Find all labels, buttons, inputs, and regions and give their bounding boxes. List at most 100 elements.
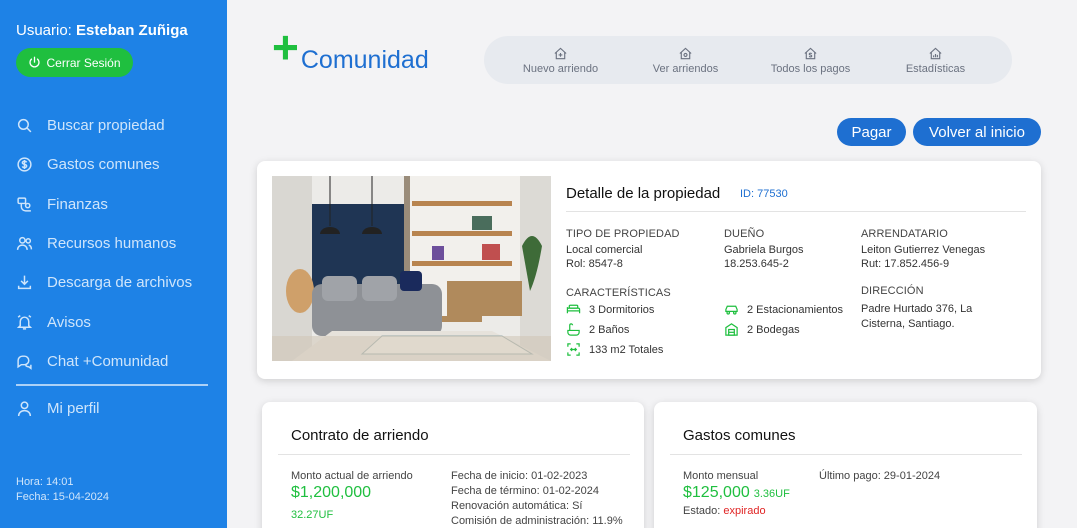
nav-todos-los-pagos[interactable]: Todos los pagos	[751, 46, 871, 75]
chat-icon	[17, 355, 32, 370]
house-chart-icon	[929, 47, 942, 59]
house-view-icon	[679, 47, 692, 59]
storage-icon	[725, 323, 738, 336]
monthly-amount: $125,000	[683, 484, 750, 501]
property-type-label: TIPO DE PROPIEDAD	[566, 228, 680, 240]
download-icon	[17, 275, 32, 290]
nav-ver-arriendos[interactable]: Ver arriendos	[626, 46, 746, 75]
sidebar-item-mi-perfil[interactable]: Mi perfil	[16, 400, 100, 417]
tenant-rut: Rut: 17.852.456-9	[861, 258, 950, 270]
sidebar-item-label: Gastos comunes	[47, 156, 160, 174]
property-type-value: Local comercial	[566, 244, 643, 256]
rent-amount-uf: 32.27UF	[291, 509, 334, 521]
owner-label: DUEÑO	[724, 228, 765, 240]
current-time: Hora: 14:01	[16, 476, 74, 488]
common-expenses-card: Gastos comunes Monto mensual $125,000 3.…	[654, 402, 1037, 528]
pay-button[interactable]: Pagar	[837, 118, 906, 146]
house-dollar-icon	[804, 47, 817, 59]
sidebar-item-label: Buscar propiedad	[47, 117, 165, 135]
nav-nuevo-arriendo[interactable]: Nuevo arriendo	[501, 46, 621, 75]
monthly-amount-row: $125,000 3.36UF	[683, 484, 790, 502]
feature-text: 2 Estacionamientos	[747, 303, 843, 316]
area-icon	[567, 343, 580, 356]
property-rol: Rol: 8547-8	[566, 258, 623, 270]
user-prefix: Usuario:	[16, 22, 72, 39]
logout-button[interactable]: Cerrar Sesión	[16, 48, 133, 77]
brand-plus: +	[272, 21, 299, 73]
rent-amount-label: Monto actual de arriendo	[291, 470, 413, 482]
current-date: Fecha: 15-04-2024	[16, 491, 109, 503]
dollar-circle-icon	[17, 157, 32, 173]
nav-estadisticas[interactable]: Estadísticas	[876, 46, 996, 75]
car-icon	[725, 305, 738, 315]
sidebar-item-descarga-archivos[interactable]: Descarga de archivos	[16, 263, 216, 302]
tenant-name: Leiton Gutierrez Venegas	[861, 244, 986, 256]
logout-label: Cerrar Sesión	[46, 55, 121, 70]
sidebar-item-label: Descarga de archivos	[47, 274, 193, 292]
sidebar-item-label: Finanzas	[47, 195, 108, 213]
house-add-icon	[554, 47, 567, 59]
status-label: Estado:	[683, 505, 721, 517]
owner-name: Gabriela Burgos	[724, 244, 804, 256]
rent-amount: $1,200,000	[291, 484, 372, 501]
top-nav: Nuevo arriendo Ver arriendos Todos los p…	[484, 36, 1012, 84]
owner-rut: 18.253.645-2	[724, 258, 789, 270]
back-home-button[interactable]: Volver al inicio	[913, 118, 1041, 146]
property-divider	[566, 211, 1026, 212]
contract-start: Fecha de inicio: 01-02-2023	[451, 470, 588, 482]
property-photo	[272, 176, 551, 361]
common-expenses-divider	[670, 454, 1022, 455]
brand-name: Comunidad	[300, 46, 429, 74]
bed-icon	[566, 304, 581, 314]
contract-title: Contrato de arriendo	[291, 427, 429, 444]
feature-text: 3 Dormitorios	[589, 303, 655, 316]
contract-divider	[278, 454, 630, 455]
feature-text: 2 Bodegas	[747, 323, 800, 336]
monthly-amount-uf: 3.36UF	[753, 488, 790, 500]
nav-label: Estadísticas	[905, 62, 966, 75]
sidebar-menu: Buscar propiedad Gastos comunes Finanzas…	[16, 106, 216, 381]
sidebar-item-label: Avisos	[47, 313, 91, 331]
feature-bathrooms: 2 Baños	[566, 322, 629, 337]
property-detail-card: Detalle de la propiedad ID: 77530 TIPO D…	[257, 161, 1041, 379]
contract-end: Fecha de término: 01-02-2024	[451, 485, 599, 497]
feature-bedrooms: 3 Dormitorios	[566, 302, 654, 317]
tenant-label: ARRENDATARIO	[861, 228, 948, 240]
nav-label: Ver arriendos	[652, 62, 719, 75]
brand-logo[interactable]: + Comunidad	[272, 21, 429, 74]
sidebar-item-finanzas[interactable]: Finanzas	[16, 185, 216, 224]
feature-text: 133 m2 Totales	[589, 343, 664, 356]
sidebar-item-label: Chat +Comunidad	[47, 352, 169, 370]
user-name: Esteban Zuñiga	[76, 22, 188, 39]
address-line-1: Padre Hurtado 376, La	[861, 303, 973, 315]
sidebar-item-recursos-humanos[interactable]: Recursos humanos	[16, 224, 216, 263]
sidebar-item-gastos-comunes[interactable]: Gastos comunes	[16, 145, 216, 184]
sidebar-item-label: Recursos humanos	[47, 235, 177, 253]
property-id: ID: 77530	[740, 188, 788, 200]
monthly-amount-label: Monto mensual	[683, 470, 759, 482]
last-payment: Último pago: 29-01-2024	[819, 470, 941, 482]
alarm-icon	[16, 314, 33, 330]
power-icon	[29, 56, 41, 68]
expense-status: Estado: expirado	[683, 504, 766, 518]
contract-renewal: Renovación automática: Sí	[451, 500, 583, 512]
person-icon	[17, 401, 32, 417]
feature-area: 133 m2 Totales	[566, 342, 663, 357]
finance-icon	[17, 197, 31, 212]
search-icon	[17, 119, 32, 133]
nav-label: Nuevo arriendo	[522, 62, 599, 75]
common-expenses-title: Gastos comunes	[683, 427, 796, 444]
contract-commission: Comisión de administración: 11.9%	[451, 515, 623, 527]
nav-label: Todos los pagos	[770, 62, 851, 75]
sidebar-item-avisos[interactable]: Avisos	[16, 302, 216, 341]
address-label: DIRECCIÓN	[861, 285, 924, 297]
status-badge: expirado	[723, 505, 766, 517]
address-line-2: Cisterna, Santiago.	[861, 318, 955, 330]
people-icon	[16, 236, 33, 250]
feature-parking: 2 Estacionamientos	[724, 302, 843, 317]
sidebar-item-buscar-propiedad[interactable]: Buscar propiedad	[16, 106, 216, 145]
sidebar-item-label: Mi perfil	[47, 400, 100, 417]
sidebar-item-chat[interactable]: Chat +Comunidad	[16, 342, 216, 381]
property-title: Detalle de la propiedad	[566, 185, 721, 202]
contract-card: Contrato de arriendo Monto actual de arr…	[262, 402, 644, 528]
